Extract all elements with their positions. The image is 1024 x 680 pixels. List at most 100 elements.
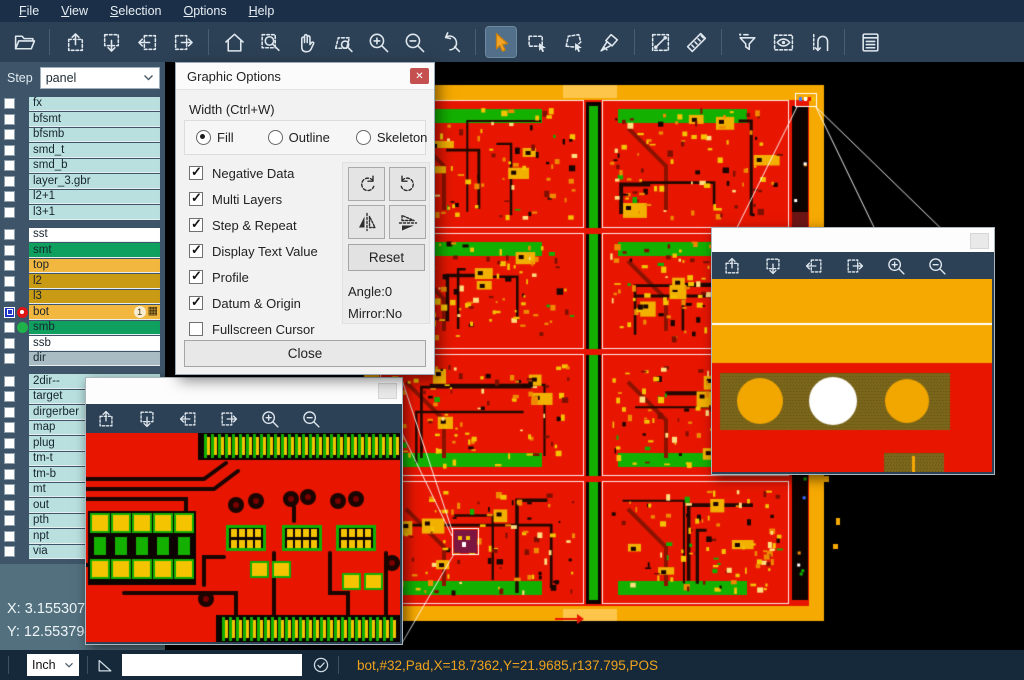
command-input[interactable]	[122, 654, 302, 676]
menu-file[interactable]: File	[8, 2, 50, 21]
zoom-home-icon[interactable]	[219, 27, 249, 57]
layer-row[interactable]: smb	[0, 320, 165, 336]
pan-right-icon[interactable]	[168, 27, 198, 57]
select-polygon-icon[interactable]	[558, 27, 588, 57]
layer-label[interactable]: dir	[29, 352, 160, 367]
menu-options[interactable]: Options	[172, 2, 237, 21]
layer-visibility-checkbox[interactable]	[4, 229, 15, 240]
execute-icon[interactable]	[312, 656, 330, 674]
radio-outline[interactable]: Outline	[268, 130, 330, 145]
layer-visibility-checkbox[interactable]	[4, 531, 15, 542]
rotate-cw-button[interactable]	[348, 167, 385, 201]
pan-left-icon[interactable]	[802, 254, 826, 278]
dialog-close-icon[interactable]: ✕	[410, 68, 429, 84]
layer-label[interactable]: smd_b	[29, 159, 160, 174]
angle-mode-icon[interactable]	[96, 656, 114, 674]
close-button[interactable]: Close	[184, 340, 426, 367]
zoom-out-icon[interactable]	[299, 407, 323, 431]
layer-visibility-checkbox[interactable]	[4, 391, 15, 402]
layer-row[interactable]: fx	[0, 96, 165, 112]
layer-label[interactable]: smb	[29, 321, 160, 336]
pan-down-icon[interactable]	[761, 254, 785, 278]
layer-visibility-checkbox[interactable]	[4, 546, 15, 557]
radio-fill[interactable]: Fill	[196, 130, 234, 145]
layer-row[interactable]: bfsmt	[0, 112, 165, 128]
layer-visibility-checkbox[interactable]	[4, 515, 15, 526]
layer-row[interactable]: top	[0, 258, 165, 274]
pan-left-icon[interactable]	[176, 407, 200, 431]
checkbox[interactable]	[189, 244, 203, 258]
layer-visibility-checkbox[interactable]	[4, 176, 15, 187]
layer-row[interactable]: l2	[0, 274, 165, 290]
window-control-button[interactable]	[970, 233, 989, 249]
zoom-window-bottom[interactable]	[85, 377, 403, 645]
radio-skeleton[interactable]: Skeleton	[356, 130, 428, 145]
layer-row[interactable]: l3	[0, 289, 165, 305]
layer-visibility-checkbox[interactable]	[4, 338, 15, 349]
layer-visibility-checkbox[interactable]	[4, 500, 15, 511]
select-arrow-icon[interactable]	[486, 27, 516, 57]
checkbox[interactable]	[189, 296, 203, 310]
layer-row[interactable]: bot1▦	[0, 305, 165, 321]
layer-visibility-checkbox[interactable]	[4, 191, 15, 202]
layer-row[interactable]: dir	[0, 351, 165, 367]
layer-row[interactable]: smd_b	[0, 158, 165, 174]
view-area-icon[interactable]	[768, 27, 798, 57]
window-control-button[interactable]	[378, 383, 397, 399]
layer-visibility-checkbox[interactable]	[4, 438, 15, 449]
layer-visibility-checkbox[interactable]	[4, 276, 15, 287]
layer-visibility-checkbox[interactable]	[4, 353, 15, 364]
pan-up-icon[interactable]	[720, 254, 744, 278]
layer-label[interactable]: bfsmt	[29, 112, 160, 127]
unit-select[interactable]: Inch	[27, 654, 79, 676]
checkbox[interactable]	[189, 322, 203, 336]
pan-right-icon[interactable]	[217, 407, 241, 431]
flip-vertical-button[interactable]	[389, 205, 426, 239]
layer-label[interactable]: bfsmb	[29, 128, 160, 143]
layer-visibility-checkbox[interactable]	[4, 207, 15, 218]
menu-help[interactable]: Help	[238, 2, 286, 21]
pan-down-icon[interactable]	[96, 27, 126, 57]
dialog-option-row[interactable]: Profile	[189, 264, 318, 290]
zoom-in-icon[interactable]	[884, 254, 908, 278]
select-rectangle-icon[interactable]	[522, 27, 552, 57]
layer-label[interactable]: l2	[29, 274, 160, 289]
layer-label[interactable]: sst	[29, 228, 160, 243]
rotate-ccw-button[interactable]	[389, 167, 426, 201]
menu-selection[interactable]: Selection	[99, 2, 172, 21]
snap-mode-icon[interactable]	[804, 27, 834, 57]
zoom-out-icon[interactable]	[925, 254, 949, 278]
layer-label[interactable]: top	[29, 259, 160, 274]
open-folder-icon[interactable]	[9, 27, 39, 57]
dialog-option-row[interactable]: Multi Layers	[189, 186, 318, 212]
dialog-option-row[interactable]: Negative Data	[189, 160, 318, 186]
checkbox[interactable]	[189, 270, 203, 284]
layer-visibility-checkbox[interactable]	[4, 422, 15, 433]
layer-visibility-checkbox[interactable]	[4, 407, 15, 418]
layer-label[interactable]: l3	[29, 290, 160, 305]
layer-visibility-checkbox[interactable]	[4, 453, 15, 464]
layer-visibility-checkbox[interactable]	[4, 376, 15, 387]
layer-label[interactable]: l2+1	[29, 190, 160, 205]
filter-icon[interactable]	[732, 27, 762, 57]
layer-row[interactable]: smd_t	[0, 143, 165, 159]
dialog-option-row[interactable]: Display Text Value	[189, 238, 318, 264]
checkbox[interactable]	[189, 192, 203, 206]
layer-visibility-checkbox[interactable]	[4, 145, 15, 156]
layer-row[interactable]: l3+1	[0, 205, 165, 221]
layer-label[interactable]: smt	[29, 243, 160, 258]
layer-row[interactable]: layer_3.gbr	[0, 174, 165, 190]
zoom-window-right[interactable]	[711, 227, 995, 475]
zoom-window-titlebar[interactable]	[712, 228, 994, 252]
layer-visibility-checkbox[interactable]	[4, 160, 15, 171]
layer-visibility-checkbox[interactable]	[4, 291, 15, 302]
pan-down-icon[interactable]	[135, 407, 159, 431]
layer-visibility-checkbox[interactable]	[4, 98, 15, 109]
layer-row[interactable]: sst	[0, 227, 165, 243]
zoom-detail-view[interactable]	[86, 433, 400, 642]
pan-left-icon[interactable]	[132, 27, 162, 57]
layer-visibility-checkbox[interactable]	[4, 307, 15, 318]
layer-visibility-checkbox[interactable]	[4, 129, 15, 140]
dialog-option-row[interactable]: Fullscreen Cursor	[189, 316, 318, 342]
step-select[interactable]: panel	[40, 67, 160, 89]
